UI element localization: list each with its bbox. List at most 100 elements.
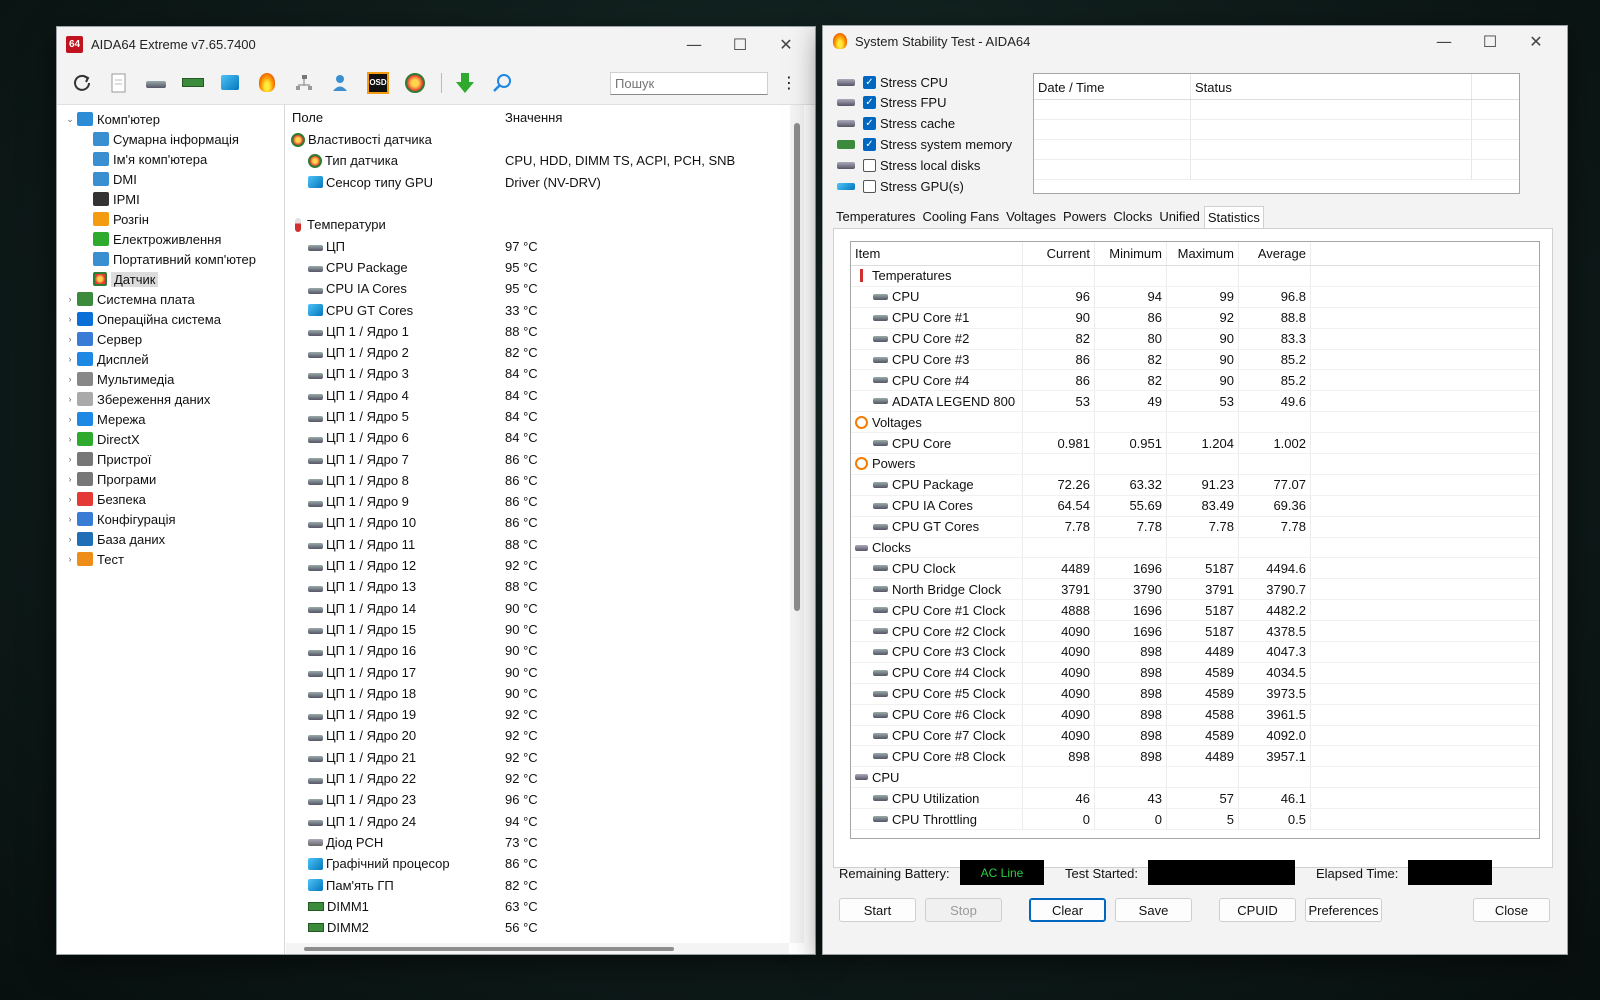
start-button[interactable]: Start bbox=[839, 898, 916, 922]
table-row[interactable]: Графічний процесор 86 °C bbox=[286, 853, 786, 874]
tree-item[interactable]: Ім'я комп'ютера bbox=[57, 149, 284, 169]
tree-item[interactable]: IPMI bbox=[57, 189, 284, 209]
maximize-button[interactable]: ☐ bbox=[717, 27, 763, 61]
user-icon[interactable] bbox=[326, 68, 356, 98]
table-row[interactable]: DIMM2 56 °C bbox=[286, 917, 786, 938]
chevron-right-icon[interactable]: › bbox=[63, 454, 77, 464]
table-row[interactable]: ЦП 1 / Ядро 24 94 °C bbox=[286, 811, 786, 832]
tree-item[interactable]: › Збереження даних bbox=[57, 389, 284, 409]
cpuid-button[interactable]: CPUID bbox=[1219, 898, 1296, 922]
checkbox[interactable]: ✓ bbox=[863, 117, 876, 131]
chevron-right-icon[interactable]: › bbox=[63, 534, 77, 544]
chevron-right-icon[interactable]: › bbox=[63, 394, 77, 404]
tree-item[interactable]: Розгін bbox=[57, 209, 284, 229]
checkbox[interactable] bbox=[863, 158, 876, 172]
column-header-minimum[interactable]: Minimum bbox=[1095, 242, 1167, 265]
chevron-right-icon[interactable]: › bbox=[63, 494, 77, 504]
table-row[interactable]: Тип датчика CPU, HDD, DIMM TS, ACPI, PCH,… bbox=[286, 150, 786, 171]
stress-option[interactable]: Stress GPU(s) bbox=[837, 176, 1027, 196]
tree-item[interactable]: › Сервер bbox=[57, 329, 284, 349]
checkbox[interactable]: ✓ bbox=[863, 137, 876, 151]
tab-unified[interactable]: Unified bbox=[1156, 206, 1202, 228]
column-header-value[interactable]: Значення bbox=[505, 110, 786, 125]
minimize-button[interactable]: — bbox=[671, 27, 717, 61]
group-row[interactable]: Температури bbox=[286, 214, 786, 235]
table-row[interactable]: CPU Core #1 90 86 92 88.8 bbox=[851, 307, 1539, 329]
chevron-right-icon[interactable]: › bbox=[63, 294, 77, 304]
table-row[interactable]: ЦП 1 / Ядро 18 90 °C bbox=[286, 683, 786, 704]
table-row[interactable]: CPU Core 0.981 0.951 1.204 1.002 bbox=[851, 433, 1539, 455]
checkbox[interactable]: ✓ bbox=[863, 75, 876, 89]
close-dialog-button[interactable]: Close bbox=[1473, 898, 1550, 922]
refresh-icon[interactable] bbox=[67, 68, 97, 98]
tree-item[interactable]: › Дисплей bbox=[57, 349, 284, 369]
memory-icon[interactable] bbox=[178, 68, 208, 98]
table-row[interactable]: ЦП 1 / Ядро 6 84 °C bbox=[286, 427, 786, 448]
chevron-right-icon[interactable]: › bbox=[63, 554, 77, 564]
chevron-right-icon[interactable]: › bbox=[63, 434, 77, 444]
table-row[interactable]: CPU GT Cores 7.78 7.78 7.78 7.78 bbox=[851, 516, 1539, 538]
stop-button[interactable]: Stop bbox=[925, 898, 1002, 922]
chevron-down-icon[interactable]: ⌄ bbox=[63, 114, 77, 125]
column-header-average[interactable]: Average bbox=[1239, 242, 1311, 265]
table-row[interactable] bbox=[286, 193, 786, 214]
table-row[interactable]: ЦП 1 / Ядро 13 88 °C bbox=[286, 576, 786, 597]
log-column-status[interactable]: Status bbox=[1191, 74, 1472, 99]
tree-item[interactable]: › Операційна система bbox=[57, 309, 284, 329]
gauge-icon[interactable] bbox=[400, 68, 430, 98]
motherboard-icon[interactable] bbox=[141, 68, 171, 98]
tree-item[interactable]: › Мережа bbox=[57, 409, 284, 429]
tree-item[interactable]: › Пристрої bbox=[57, 449, 284, 469]
table-row[interactable]: ЦП 1 / Ядро 1 88 °C bbox=[286, 321, 786, 342]
table-row[interactable]: CPU Core #7 Clock 4090 898 4589 4092.0 bbox=[851, 725, 1539, 747]
tree-item[interactable]: Датчик bbox=[57, 269, 284, 289]
table-row[interactable]: Сенсор типу GPU Driver (NV-DRV) bbox=[286, 172, 786, 193]
minimize-button[interactable]: — bbox=[1421, 26, 1467, 56]
close-button[interactable]: ✕ bbox=[763, 27, 809, 61]
tree-item[interactable]: › Мультимедіа bbox=[57, 369, 284, 389]
close-button[interactable]: ✕ bbox=[1513, 26, 1559, 56]
column-header-current[interactable]: Current bbox=[1023, 242, 1095, 265]
table-row[interactable]: CPU Core #2 Clock 4090 1696 5187 4378.5 bbox=[851, 621, 1539, 643]
table-row[interactable]: CPU Core #3 86 82 90 85.2 bbox=[851, 349, 1539, 371]
table-row[interactable]: CPU GT Cores 33 °C bbox=[286, 299, 786, 320]
group-row[interactable]: Temperatures bbox=[851, 266, 1539, 287]
network-tree-icon[interactable] bbox=[289, 68, 319, 98]
table-row[interactable]: ЦП 1 / Ядро 19 92 °C bbox=[286, 704, 786, 725]
column-header-field[interactable]: Поле bbox=[286, 110, 505, 125]
table-row[interactable]: CPU Core #8 Clock 898 898 4489 3957.1 bbox=[851, 746, 1539, 768]
tree-item[interactable]: Електроживлення bbox=[57, 229, 284, 249]
table-row[interactable]: ЦП 1 / Ядро 8 86 °C bbox=[286, 470, 786, 491]
stress-option[interactable]: ✓ Stress system memory bbox=[837, 134, 1027, 154]
tree-item[interactable]: ⌄ Комп'ютер bbox=[57, 109, 284, 129]
clear-button[interactable]: Clear bbox=[1029, 898, 1106, 922]
tab-cooling-fans[interactable]: Cooling Fans bbox=[919, 206, 1002, 228]
h-scroll-thumb[interactable] bbox=[304, 947, 674, 951]
table-row[interactable]: ЦП 1 / Ядро 15 90 °C bbox=[286, 619, 786, 640]
more-options-icon[interactable]: ⋮ bbox=[781, 71, 797, 95]
table-row[interactable]: North Bridge Clock 3791 3790 3791 3790.7 bbox=[851, 579, 1539, 601]
table-row[interactable]: ЦП 1 / Ядро 14 90 °C bbox=[286, 598, 786, 619]
log-column-datetime[interactable]: Date / Time bbox=[1034, 74, 1191, 99]
table-row[interactable]: CPU Core #2 82 80 90 83.3 bbox=[851, 328, 1539, 350]
flame-icon[interactable] bbox=[252, 68, 282, 98]
table-row[interactable]: CPU Core #5 Clock 4090 898 4589 3973.5 bbox=[851, 683, 1539, 705]
tree-item[interactable]: › Конфігурація bbox=[57, 509, 284, 529]
table-row[interactable]: Діод PCH 73 °C bbox=[286, 832, 786, 853]
table-row[interactable]: ЦП 1 / Ядро 10 86 °C bbox=[286, 512, 786, 533]
osd-icon[interactable]: OSD bbox=[363, 68, 393, 98]
tree-item[interactable]: Сумарна інформація bbox=[57, 129, 284, 149]
chevron-right-icon[interactable]: › bbox=[63, 334, 77, 344]
table-row[interactable]: ЦП 1 / Ядро 4 84 °C bbox=[286, 385, 786, 406]
table-row[interactable]: CPU Core #1 Clock 4888 1696 5187 4482.2 bbox=[851, 600, 1539, 622]
table-row[interactable]: ЦП 1 / Ядро 5 84 °C bbox=[286, 406, 786, 427]
table-row[interactable]: DIMM1 63 °C bbox=[286, 896, 786, 917]
preferences-button[interactable]: Preferences bbox=[1305, 898, 1382, 922]
chevron-right-icon[interactable]: › bbox=[63, 374, 77, 384]
chevron-right-icon[interactable]: › bbox=[63, 474, 77, 484]
table-row[interactable]: Пам'ять ГП 82 °C bbox=[286, 874, 786, 895]
table-row[interactable]: ЦП 1 / Ядро 21 92 °C bbox=[286, 747, 786, 768]
table-row[interactable]: ЦП 1 / Ядро 2 82 °C bbox=[286, 342, 786, 363]
tree-item[interactable]: › DirectX bbox=[57, 429, 284, 449]
table-row[interactable]: ЦП 1 / Ядро 22 92 °C bbox=[286, 768, 786, 789]
